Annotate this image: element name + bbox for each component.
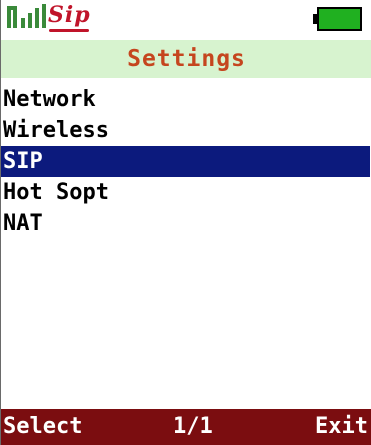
menu-item-network[interactable]: Network [1, 84, 370, 115]
menu-item-sip[interactable]: SIP [1, 146, 370, 177]
exit-softkey[interactable]: Exit [315, 409, 368, 445]
menu-item-nat[interactable]: NAT [1, 208, 370, 239]
menu-item-wireless[interactable]: Wireless [1, 115, 370, 146]
softkey-bar: Select 1/1 Exit [1, 409, 371, 445]
page-indicator: 1/1 [173, 414, 213, 439]
settings-menu: Network Wireless SIP Hot Sopt NAT [1, 84, 370, 239]
signal-strength-icon [7, 4, 46, 28]
sip-logo: Sip [48, 2, 91, 28]
status-bar: Sip [1, 0, 371, 36]
phone-screen: Sip Settings Network Wireless SIP Hot So… [0, 0, 371, 445]
battery-icon [313, 7, 362, 31]
page-title: Settings [1, 40, 371, 78]
sip-logo-underline [49, 29, 89, 32]
select-softkey[interactable]: Select [3, 409, 82, 445]
menu-item-hot-spot[interactable]: Hot Sopt [1, 177, 370, 208]
